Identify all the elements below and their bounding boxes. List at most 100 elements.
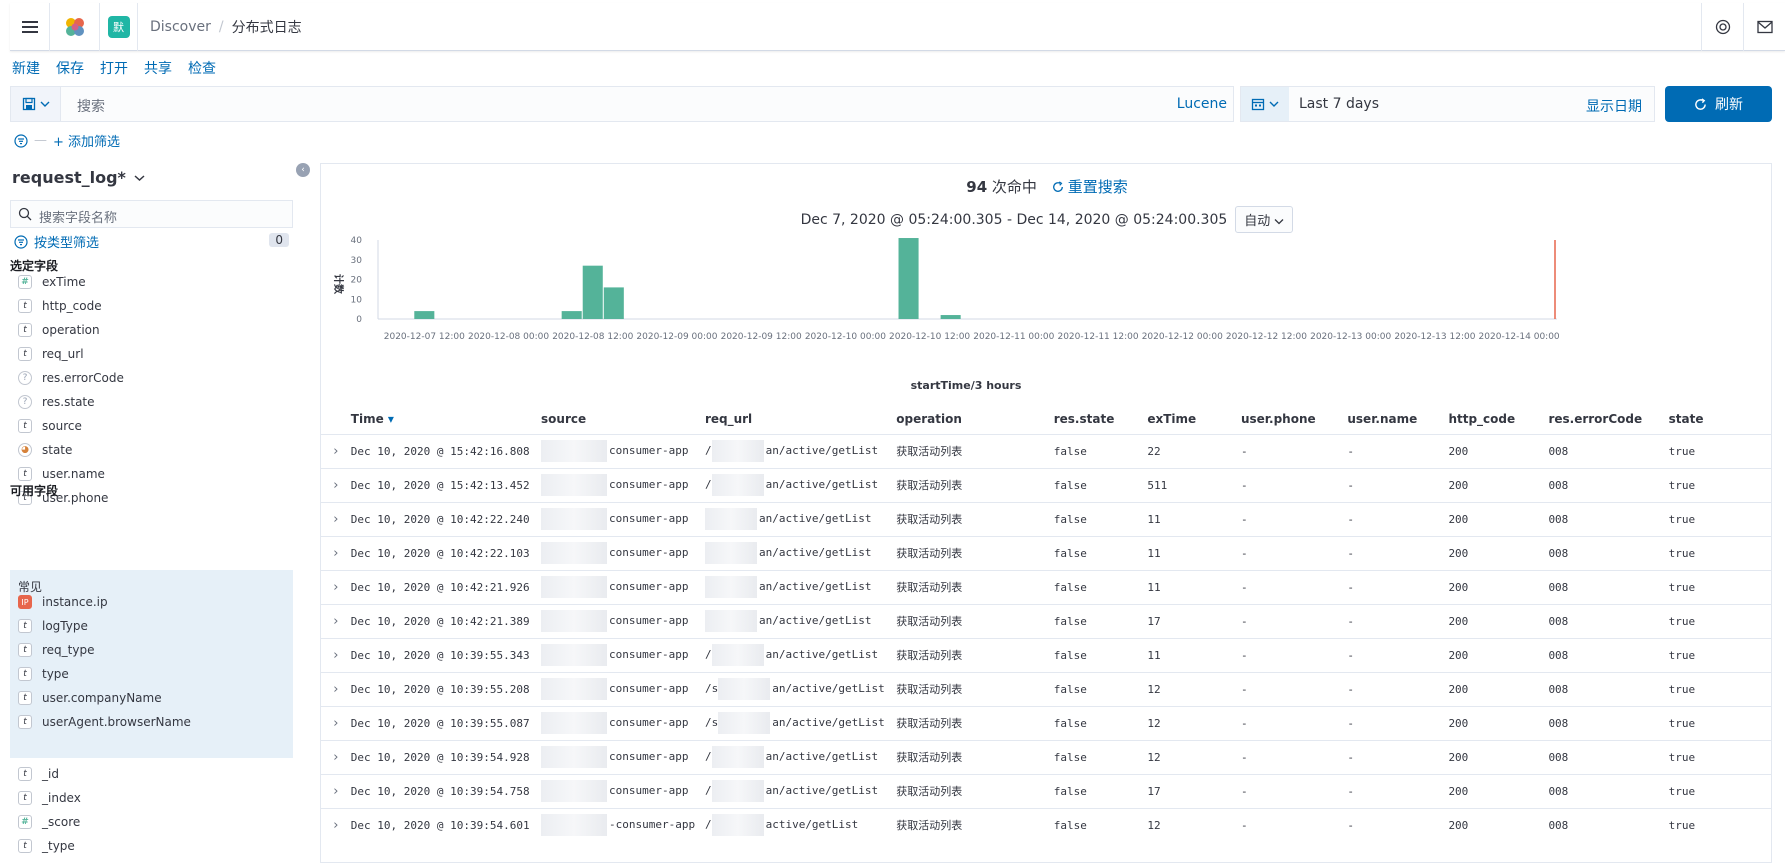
table-cell: - <box>1240 773 1348 808</box>
interval-select[interactable]: 自动 <box>1235 206 1294 233</box>
table-row[interactable]: › Dec 10, 2020 @ 10:42:21.389 consumer-app… <box>321 603 1771 638</box>
table-cell: 008 <box>1548 535 1669 570</box>
field-item[interactable]: # _score <box>18 812 80 832</box>
field-item[interactable]: t req_type <box>18 640 94 660</box>
table-row[interactable]: › Dec 10, 2020 @ 10:42:22.103 consumer-app… <box>321 535 1771 570</box>
refresh-button[interactable]: 刷新 <box>1665 86 1772 122</box>
column-header[interactable]: exTime <box>1147 404 1241 434</box>
table-row[interactable]: › Dec 10, 2020 @ 10:42:21.926 consumer-app… <box>321 569 1771 604</box>
expand-row-icon[interactable]: › <box>321 433 351 468</box>
expand-row-icon[interactable]: › <box>321 807 351 842</box>
field-item[interactable]: ? res.errorCode <box>18 368 124 388</box>
collapse-sidebar-button[interactable]: ‹ <box>296 163 310 177</box>
reset-search-button[interactable]: 重置搜索 <box>1052 178 1128 196</box>
column-header[interactable]: user.phone <box>1241 404 1347 434</box>
table-cell: false <box>1053 467 1148 502</box>
field-search-input[interactable]: 搜索字段名称 <box>10 200 293 228</box>
field-item[interactable]: t operation <box>18 320 100 340</box>
column-header[interactable]: http_code <box>1448 404 1548 434</box>
table-cell: 200 <box>1448 705 1549 740</box>
field-item[interactable]: t source <box>18 416 82 436</box>
field-name: user.companyName <box>42 691 162 705</box>
expand-row-icon[interactable]: › <box>321 467 351 502</box>
field-item[interactable]: # exTime <box>18 272 86 292</box>
query-language-button[interactable]: Lucene <box>1177 96 1227 112</box>
histogram-chart[interactable]: 0 10 20 30 40 2020-12-07 12:00 2020-12-08 00:… <box>321 234 1772 394</box>
expand-row-icon[interactable]: › <box>321 603 351 638</box>
cell-value: 获取活动列表 <box>896 581 963 594</box>
help-button[interactable] <box>1701 3 1743 51</box>
column-header-label: user.phone <box>1240 411 1316 426</box>
cell-value: 200 <box>1448 648 1469 662</box>
table-row[interactable]: › Dec 10, 2020 @ 10:39:54.758 consumer-app… <box>321 773 1771 808</box>
field-item[interactable]: ? res.state <box>18 392 95 412</box>
field-item[interactable]: IP instance.ip <box>18 592 108 612</box>
field-item[interactable]: t req_url <box>18 344 84 364</box>
table-row[interactable]: › Dec 10, 2020 @ 10:39:54.601 -consumer-ap… <box>321 807 1771 842</box>
cell-value: false <box>1053 716 1087 730</box>
table-row[interactable]: › Dec 10, 2020 @ 15:42:13.452 consumer-app… <box>321 467 1771 502</box>
table-row[interactable]: › Dec 10, 2020 @ 10:39:55.208 consumer-app… <box>321 671 1771 706</box>
menu-button[interactable] <box>10 2 50 51</box>
saved-query-button[interactable] <box>11 87 61 121</box>
filter-icon[interactable] <box>14 133 28 148</box>
table-cell: - <box>1240 739 1348 774</box>
type-filter-button[interactable]: 按类型筛选 <box>14 232 99 251</box>
add-filter-button[interactable]: + 添加筛选 <box>53 131 120 150</box>
table-row[interactable]: › Dec 10, 2020 @ 10:39:55.087 consumer-app… <box>321 705 1771 740</box>
sort-desc-icon[interactable]: ▾ <box>384 412 394 426</box>
field-item[interactable]: t _index <box>18 788 81 808</box>
field-item[interactable]: t user.name <box>18 464 105 484</box>
expand-row-icon[interactable]: › <box>321 535 351 570</box>
table-row[interactable]: › Dec 10, 2020 @ 15:42:16.808 consumer-app… <box>321 433 1771 468</box>
save-button[interactable]: 保存 <box>56 58 84 78</box>
expand-row-icon[interactable]: › <box>321 705 351 740</box>
newsfeed-button[interactable] <box>1743 3 1785 51</box>
search-input[interactable]: 搜索 <box>77 96 105 116</box>
expand-row-icon[interactable]: › <box>321 773 351 808</box>
cell-value: true <box>1668 648 1696 662</box>
field-item[interactable]: t _type <box>18 836 75 856</box>
quick-menu-button[interactable] <box>1241 87 1289 121</box>
table-cell: consumer-app <box>541 433 705 468</box>
table-cell: Dec 10, 2020 @ 10:39:54.758 <box>350 773 542 808</box>
table-row[interactable]: › Dec 10, 2020 @ 10:42:22.240 consumer-app… <box>321 501 1771 536</box>
cell-value: - <box>1240 784 1248 798</box>
field-item[interactable]: ◕ state <box>18 440 72 460</box>
expand-row-icon[interactable]: › <box>321 637 351 672</box>
table-row[interactable]: › Dec 10, 2020 @ 10:39:54.928 consumer-app… <box>321 739 1771 774</box>
table-cell: consumer-app <box>541 773 705 808</box>
expand-row-icon[interactable]: › <box>321 569 351 604</box>
inspect-button[interactable]: 检查 <box>188 58 216 78</box>
table-cell: Dec 10, 2020 @ 10:42:21.926 <box>350 569 542 604</box>
column-header[interactable]: res.state <box>1054 404 1148 434</box>
share-button[interactable]: 共享 <box>144 58 172 78</box>
cell-value: consumer-app <box>609 546 689 559</box>
expand-row-icon[interactable]: › <box>321 501 351 536</box>
column-header[interactable]: user.name <box>1347 404 1448 434</box>
column-header[interactable]: source <box>541 404 705 434</box>
column-header[interactable]: state <box>1669 404 1771 434</box>
table-cell: - <box>1240 433 1348 468</box>
column-header[interactable]: req_url <box>705 404 896 434</box>
expand-row-icon[interactable]: › <box>321 739 351 774</box>
column-header[interactable]: Time ▾ <box>351 404 541 434</box>
field-item[interactable]: t logType <box>18 616 88 636</box>
field-item[interactable]: t _id <box>18 764 59 784</box>
cell-value: an/active/getList <box>765 478 879 491</box>
field-item[interactable]: t type <box>18 664 69 684</box>
column-header[interactable]: operation <box>896 404 1053 434</box>
space-selector[interactable]: 默 <box>100 2 138 51</box>
expand-row-icon[interactable]: › <box>321 671 351 706</box>
new-button[interactable]: 新建 <box>12 58 40 78</box>
home-logo-button[interactable] <box>50 2 100 51</box>
breadcrumb-discover[interactable]: Discover <box>150 19 211 35</box>
column-header[interactable]: res.errorCode <box>1548 404 1668 434</box>
index-pattern-selector[interactable]: request_log* <box>12 168 145 187</box>
show-dates-button[interactable]: 显示日期 <box>1586 96 1642 116</box>
field-item[interactable]: t userAgent.browserName <box>18 712 191 732</box>
field-item[interactable]: t user.companyName <box>18 688 162 708</box>
open-button[interactable]: 打开 <box>100 58 128 78</box>
field-item[interactable]: t http_code <box>18 296 102 316</box>
table-row[interactable]: › Dec 10, 2020 @ 10:39:55.343 consumer-app… <box>321 637 1771 672</box>
